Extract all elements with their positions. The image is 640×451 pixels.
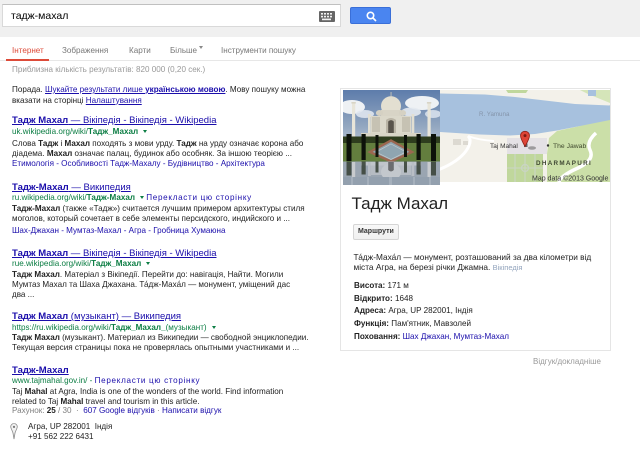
svg-text:Map data ©2013 Google: Map data ©2013 Google <box>532 175 608 183</box>
svg-text:The Jawab: The Jawab <box>553 143 586 150</box>
svg-text:R. Yamuna: R. Yamuna <box>479 111 510 118</box>
svg-text:Taj Mahal: Taj Mahal <box>490 143 518 150</box>
svg-text:DHARMAPURI: DHARMAPURI <box>536 160 592 167</box>
